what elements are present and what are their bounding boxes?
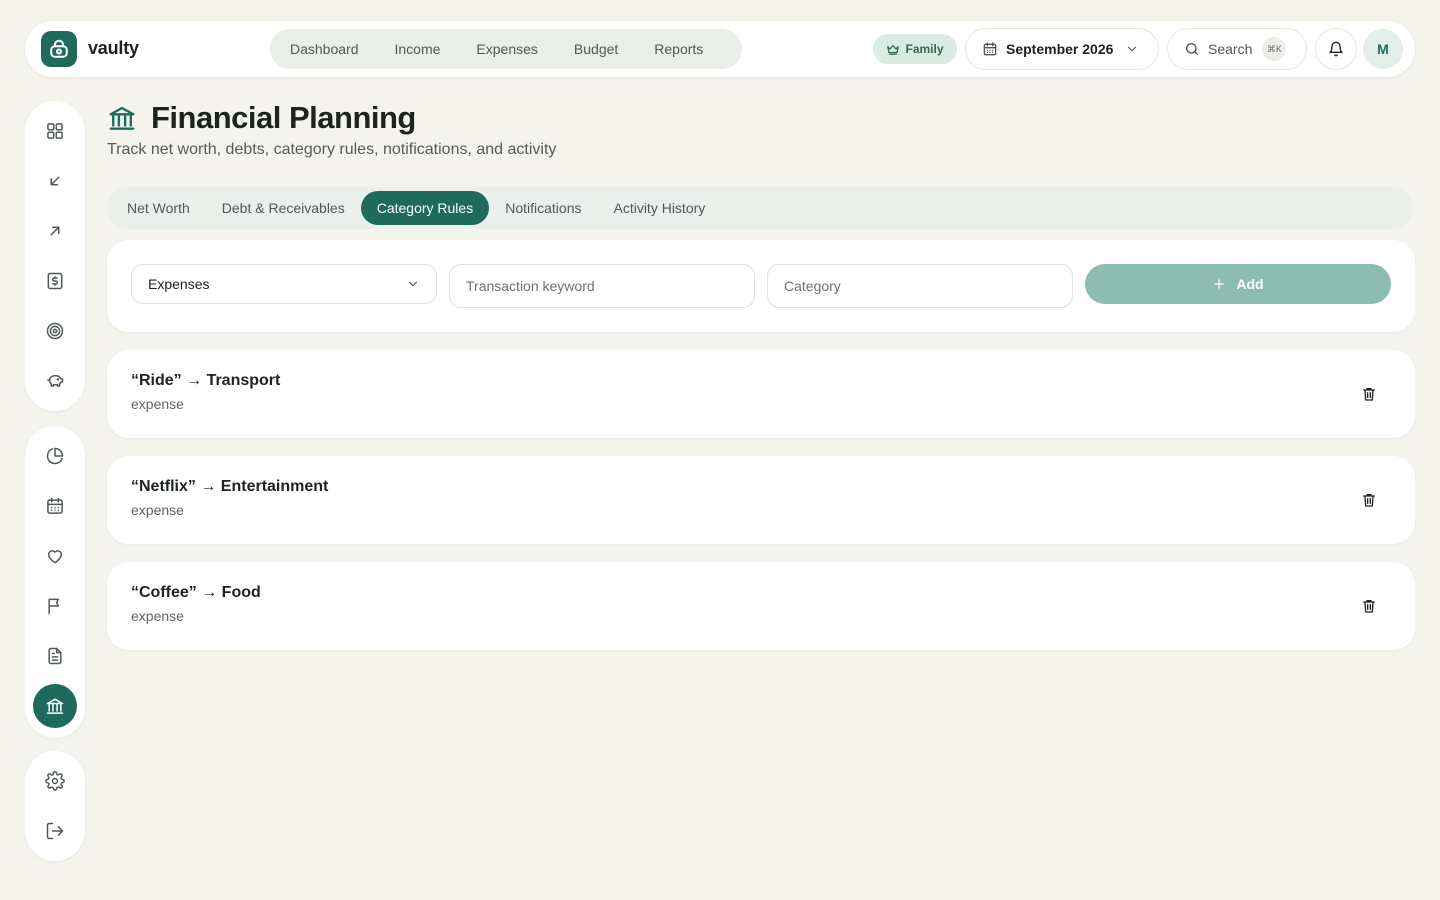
rule-mapping: “Ride” → Transport [131, 372, 281, 389]
trash-icon [1363, 388, 1375, 401]
rule-type: expense [131, 502, 184, 518]
dollar-receipt-icon [47, 272, 63, 290]
sidebar-item-wishlist[interactable] [33, 534, 77, 578]
sidebar-item-budget[interactable] [33, 259, 77, 303]
calendar-icon [983, 42, 997, 56]
tab-category-rules[interactable]: Category Rules [360, 191, 490, 225]
chevron-down-icon [1128, 46, 1137, 52]
list-item: “Netflix” → Entertainment expense [107, 456, 1415, 544]
add-rule-label: Add [1236, 276, 1264, 292]
main-nav: Dashboard Income Expenses Budget Reports [270, 29, 742, 69]
sidebar-item-settings[interactable] [33, 759, 77, 803]
flag-icon [48, 598, 60, 615]
rule-type-select[interactable]: Expenses [131, 264, 437, 304]
rule-type: expense [131, 608, 184, 624]
heart-icon [48, 550, 62, 564]
delete-rule-button[interactable] [1357, 382, 1381, 406]
sidebar-item-financial-planning[interactable] [33, 684, 77, 728]
sidebar-item-calendar[interactable] [33, 484, 77, 528]
lock-bag-icon [50, 39, 68, 58]
nav-income[interactable]: Income [383, 29, 453, 69]
rule-form: Expenses Add [107, 240, 1415, 332]
period-picker[interactable]: September 2026 [965, 28, 1159, 70]
sidebar-item-goals[interactable] [33, 309, 77, 353]
rail-group-account [25, 751, 85, 861]
sidebar-item-reports[interactable] [33, 434, 77, 478]
sidebar-item-expenses[interactable] [33, 209, 77, 253]
brand-name: vaulty [88, 38, 139, 58]
nav-budget[interactable]: Budget [562, 29, 630, 69]
logo[interactable] [41, 31, 77, 67]
chevron-down-icon [408, 281, 418, 287]
bank-icon [109, 106, 135, 130]
target-icon [46, 322, 64, 340]
sidebar-item-income[interactable] [33, 159, 77, 203]
pie-chart-icon [46, 447, 64, 465]
list-item: “Coffee” → Food expense [107, 562, 1415, 650]
tab-activity-history[interactable]: Activity History [597, 191, 721, 225]
delete-rule-button[interactable] [1357, 594, 1381, 618]
search-shortcut: ⌘K [1262, 37, 1287, 61]
arrow-down-left-icon [50, 176, 60, 186]
rail-group-primary [25, 101, 85, 411]
sidebar-item-logout[interactable] [33, 809, 77, 853]
tab-net-worth[interactable]: Net Worth [111, 191, 206, 225]
trash-icon [1363, 494, 1375, 507]
rule-type: expense [131, 396, 184, 412]
trash-icon [1363, 600, 1375, 613]
page-subtitle: Track net worth, debts, category rules, … [107, 141, 557, 158]
plan-badge-label: Family [905, 42, 944, 56]
grid-icon [47, 123, 63, 139]
bank-icon [46, 698, 64, 714]
document-icon [48, 647, 62, 665]
tab-debt-receivables[interactable]: Debt & Receivables [206, 191, 361, 225]
sidebar-item-dashboard[interactable] [33, 109, 77, 153]
delete-rule-button[interactable] [1357, 488, 1381, 512]
page-header: Financial Planning [107, 100, 416, 136]
page-title: Financial Planning [151, 100, 416, 135]
nav-expenses[interactable]: Expenses [464, 29, 549, 69]
top-bar: vaulty Dashboard Income Expenses Budget … [25, 21, 1415, 77]
nav-reports[interactable]: Reports [642, 29, 715, 69]
rule-mapping: “Coffee” → Food [131, 584, 261, 601]
add-rule-button[interactable]: Add [1085, 264, 1391, 304]
gear-icon [45, 771, 65, 791]
period-label: September 2026 [1006, 41, 1114, 57]
search-label: Search [1208, 41, 1253, 57]
sidebar-item-milestones[interactable] [33, 584, 77, 628]
calendar-icon [47, 497, 63, 514]
search-button[interactable]: Search ⌘K [1167, 28, 1307, 70]
logout-icon [46, 822, 64, 840]
sidebar-item-documents[interactable] [33, 634, 77, 678]
list-item: “Ride” → Transport expense [107, 350, 1415, 438]
search-icon [1186, 43, 1198, 55]
notifications-button[interactable] [1315, 28, 1357, 70]
keyword-input[interactable] [449, 264, 755, 308]
tab-notifications[interactable]: Notifications [489, 191, 597, 225]
arrow-up-right-icon [50, 226, 60, 236]
bell-icon [1329, 41, 1343, 57]
category-input[interactable] [767, 264, 1073, 308]
rail-group-planning [25, 426, 85, 738]
piggy-bank-icon [47, 374, 64, 387]
nav-dashboard[interactable]: Dashboard [278, 29, 371, 69]
rule-mapping: “Netflix” → Entertainment [131, 478, 329, 495]
plus-icon [1214, 279, 1225, 289]
crown-icon [887, 44, 900, 55]
plan-badge[interactable]: Family [873, 34, 957, 64]
user-avatar[interactable]: M [1363, 29, 1403, 69]
planning-tabs: Net Worth Debt & Receivables Category Ru… [107, 187, 1413, 229]
rule-type-value: Expenses [148, 276, 210, 292]
sidebar-item-savings[interactable] [33, 359, 77, 403]
